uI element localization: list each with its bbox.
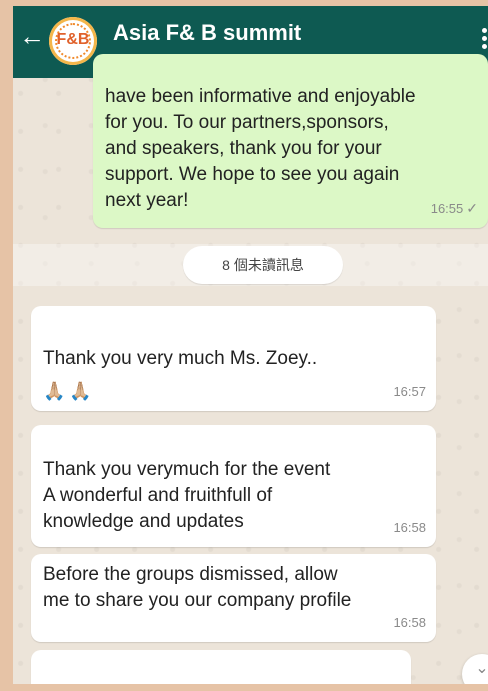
message-time: 16:55 ✓: [430, 200, 478, 216]
message-text: have been informative and enjoyable for …: [105, 86, 416, 211]
message-text: Thank you very much Ms. Zoey..: [43, 348, 318, 369]
message-bubble-incoming[interactable]: Thank you verymuch for the event A wonde…: [31, 425, 436, 547]
message-bubble-outgoing[interactable]: have been informative and enjoyable for …: [93, 54, 488, 228]
message-time: 16:57: [393, 384, 426, 399]
message-bubble-incoming[interactable]: Before the groups dismissed, allow me to…: [31, 554, 436, 642]
unread-messages-badge: 8 個未讀訊息: [183, 246, 343, 284]
more-vertical-icon[interactable]: [482, 28, 488, 54]
message-bubble-media[interactable]: [31, 650, 411, 684]
message-time: 16:58: [393, 520, 426, 535]
chat-window: ← F&B Asia F& B summit have been informa…: [13, 6, 488, 684]
message-text: Before the groups dismissed, allow me to…: [43, 564, 352, 611]
arrow-left-icon[interactable]: ←: [19, 23, 45, 49]
chat-title[interactable]: Asia F& B summit: [113, 20, 301, 46]
message-bubble-incoming[interactable]: Thank you very much Ms. Zoey.. 🙏🏼🙏🏼 16:5…: [31, 306, 436, 411]
emoji-row: 🙏🏼🙏🏼: [43, 381, 96, 401]
message-text: Thank you verymuch for the event A wonde…: [43, 459, 331, 532]
message-time: 16:58: [393, 615, 426, 630]
avatar-label: F&B: [56, 31, 90, 48]
avatar[interactable]: F&B: [49, 17, 97, 65]
check-icon: ✓: [466, 200, 478, 216]
